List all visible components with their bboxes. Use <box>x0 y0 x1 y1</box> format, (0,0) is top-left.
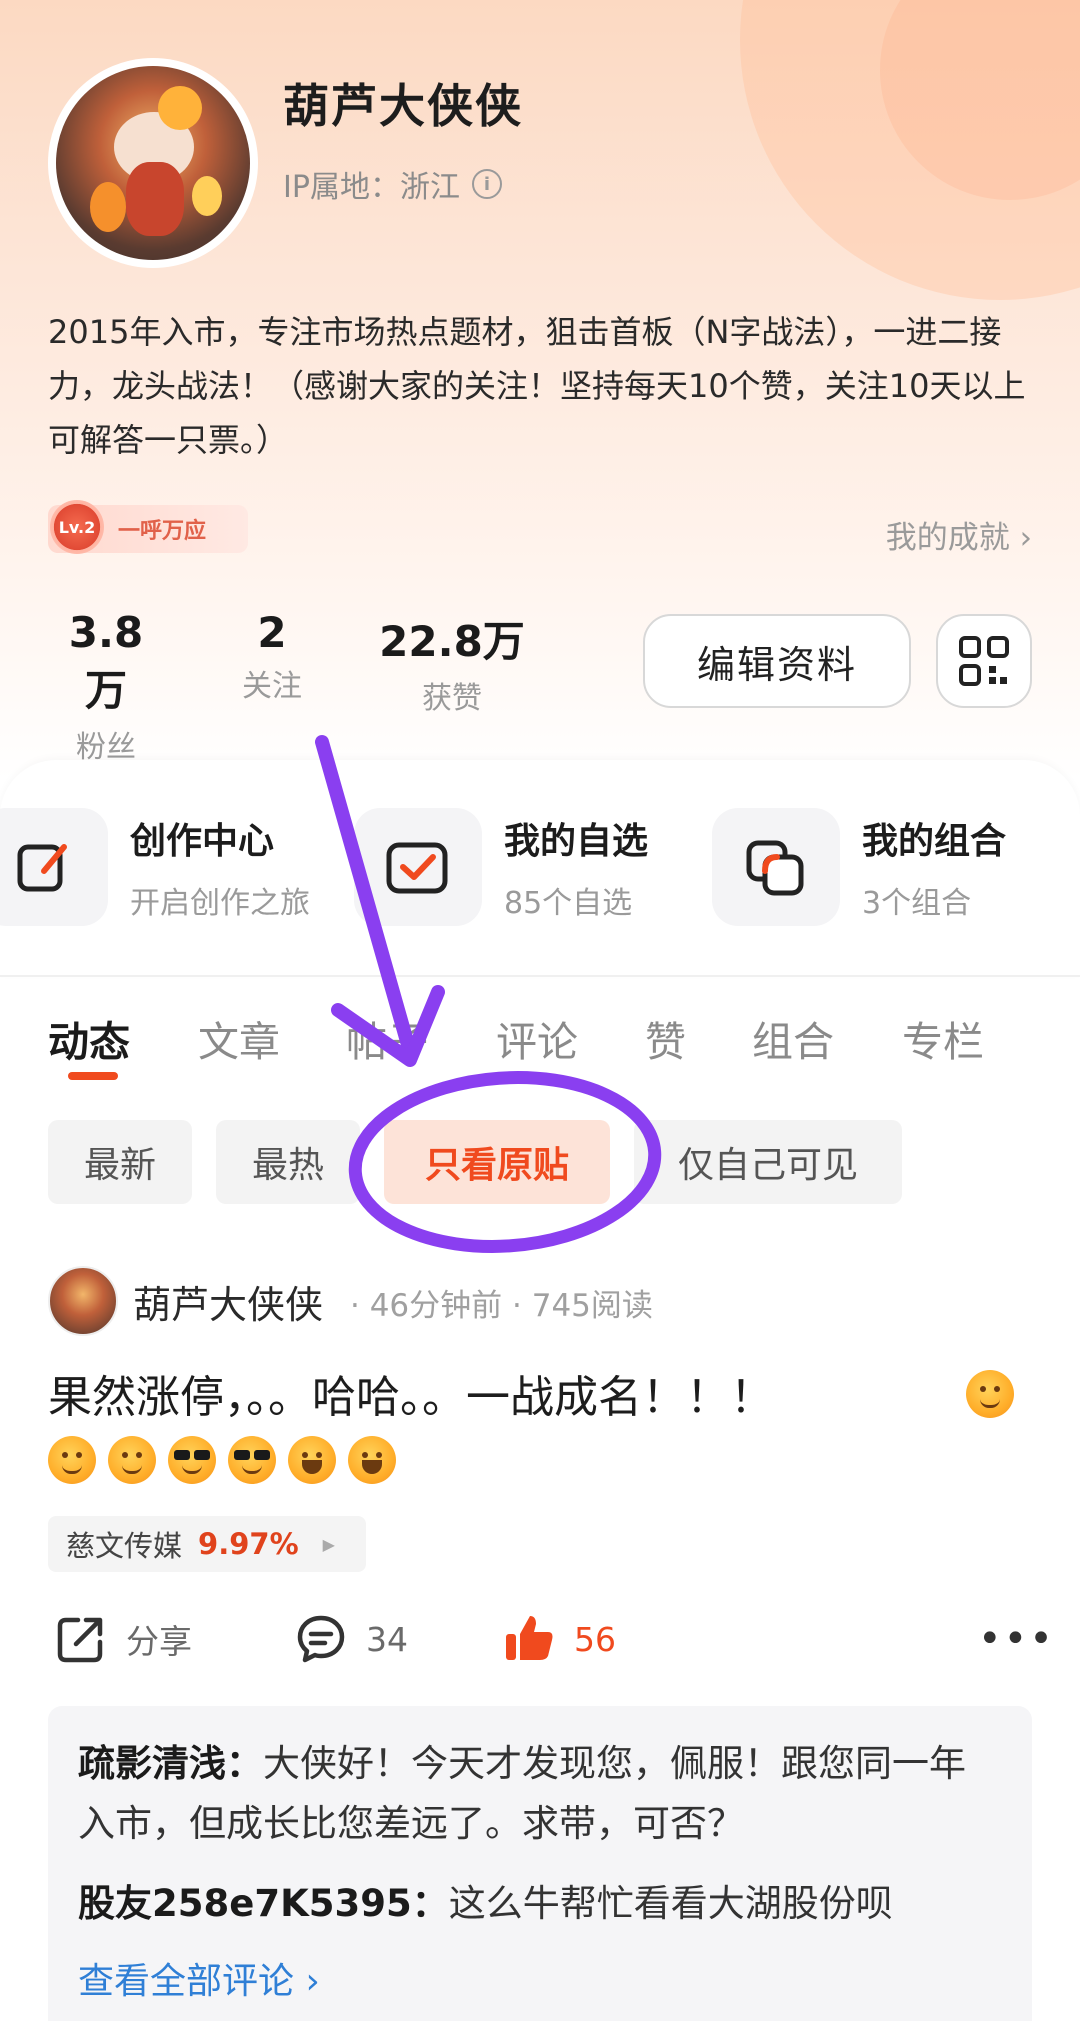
filter-private[interactable]: 仅自己可见 <box>634 1120 902 1204</box>
shortcut-creation-center[interactable]: 创作中心 开启创作之旅 <box>0 808 310 926</box>
qr-code-icon <box>959 636 1009 686</box>
edit-profile-button[interactable]: 编辑资料 <box>643 614 911 708</box>
smile-emoji-icon <box>966 1370 1014 1418</box>
ip-location: IP属地：浙江 i <box>283 162 502 206</box>
stock-tag[interactable]: 慈文传媒 9.97% ▶ <box>48 1516 366 1572</box>
shortcut-subtitle: 85个自选 <box>504 886 633 921</box>
more-options-button[interactable]: ••• <box>978 1616 1055 1662</box>
filter-latest[interactable]: 最新 <box>48 1120 192 1204</box>
tab-columns[interactable]: 专栏 <box>902 1008 984 1068</box>
sunglasses-emoji-icon <box>228 1436 276 1484</box>
tab-comments[interactable]: 评论 <box>496 1008 578 1068</box>
achievements-link[interactable]: 我的成就 › <box>886 512 1032 557</box>
filter-hottest[interactable]: 最热 <box>216 1120 360 1204</box>
post-meta: · 46分钟前 · 745阅读 <box>350 1288 653 1324</box>
laugh-emoji-icon <box>288 1436 336 1484</box>
profile-username: 葫芦大侠侠 <box>283 79 523 133</box>
stock-change: 9.97% <box>198 1527 299 1561</box>
tab-posts[interactable]: 帖子 <box>346 1008 428 1068</box>
checkbox-icon <box>354 808 482 926</box>
qr-code-button[interactable] <box>936 614 1032 708</box>
level-badge[interactable]: Lv.2 一呼万应 <box>48 500 248 554</box>
section-divider <box>0 975 1080 977</box>
tab-portfolios[interactable]: 组合 <box>752 1008 834 1068</box>
stat-value: 2 <box>257 608 287 657</box>
stat-label: 获赞 <box>422 681 482 716</box>
post-author-name[interactable]: 葫芦大侠侠 <box>133 1274 323 1329</box>
comment-text: 这么牛帮忙看看大湖股份呗 <box>448 1882 893 1925</box>
post-text[interactable]: 果然涨停，。。哈哈。。一战成名！！！ <box>48 1365 1038 1431</box>
view-all-comments-link[interactable]: 查看全部评论 › <box>78 1952 1002 2004</box>
avatar-image <box>56 66 250 260</box>
shortcut-watchlist[interactable]: 我的自选 85个自选 <box>354 808 648 926</box>
stat-label: 关注 <box>242 669 302 704</box>
stat-followers[interactable]: 3.8万 粉丝 <box>48 608 164 766</box>
stat-value: 3.8万 <box>68 608 144 715</box>
profile-avatar[interactable] <box>48 58 258 268</box>
ip-location-text: IP属地：浙江 <box>283 170 460 205</box>
shortcut-title: 我的组合 <box>862 821 1007 862</box>
content-tabs: 动态 文章 帖子 评论 赞 组合 专栏 <box>0 1008 1080 1078</box>
shortcut-subtitle: 开启创作之旅 <box>130 886 310 921</box>
shortcut-title: 创作中心 <box>130 821 275 862</box>
profile-bio: 2015年入市，专注市场热点题材，狙击首板（N字战法），一进二接力，龙头战法！（… <box>48 313 1026 459</box>
share-icon <box>54 1612 108 1666</box>
share-label: 分享 <box>126 1622 192 1661</box>
comments-preview: 疏影清浅：大侠好！今天才发现您，佩服！跟您同一年入市，但成长比您差远了。求带，可… <box>48 1706 1032 2021</box>
portfolio-icon <box>712 808 840 926</box>
post-author-avatar[interactable] <box>48 1266 118 1336</box>
level-icon: Lv.2 <box>50 500 104 554</box>
thumbs-up-icon <box>502 1612 556 1666</box>
comment-item[interactable]: 疏影清浅：大侠好！今天才发现您，佩服！跟您同一年入市，但成长比您差远了。求带，可… <box>78 1734 1002 1854</box>
active-tab-indicator <box>68 1072 118 1080</box>
edit-icon <box>0 808 108 926</box>
tab-likes[interactable]: 赞 <box>645 1008 686 1068</box>
info-icon[interactable]: i <box>471 169 502 199</box>
shortcut-portfolio[interactable]: 我的组合 3个组合 <box>712 808 1006 926</box>
comment-icon <box>294 1612 348 1666</box>
shortcut-subtitle: 3个组合 <box>862 886 972 921</box>
badge-label: 一呼万应 <box>118 519 207 544</box>
smile-emoji-icon <box>108 1436 156 1484</box>
tab-dynamics[interactable]: 动态 <box>48 1008 130 1068</box>
shortcut-title: 我的自选 <box>504 821 649 862</box>
comment-user[interactable]: 股友258e7K5395： <box>78 1882 449 1925</box>
post-emoji-row <box>48 1436 396 1484</box>
stat-following[interactable]: 2 关注 <box>232 608 312 705</box>
filter-original-only[interactable]: 只看原贴 <box>384 1120 610 1204</box>
comment-item[interactable]: 股友258e7K5395：这么牛帮忙看看大湖股份呗 <box>78 1874 1002 1934</box>
laugh-emoji-icon <box>348 1436 396 1484</box>
stat-likes[interactable]: 22.8万 获赞 <box>378 608 526 717</box>
comment-button[interactable]: 34 <box>294 1612 408 1666</box>
comment-user[interactable]: 疏影清浅： <box>78 1742 263 1785</box>
like-button[interactable]: 56 <box>502 1612 616 1666</box>
stat-value: 22.8万 <box>379 617 525 666</box>
like-count: 56 <box>574 1619 616 1659</box>
play-arrow-icon: ▶ <box>322 1534 335 1554</box>
smile-emoji-icon <box>48 1436 96 1484</box>
tab-articles[interactable]: 文章 <box>198 1008 280 1068</box>
more-icon: ••• <box>978 1616 1055 1662</box>
post-actions: 分享 34 56 ••• <box>0 1612 1080 1672</box>
sunglasses-emoji-icon <box>168 1436 216 1484</box>
comment-count: 34 <box>366 1619 408 1659</box>
share-button[interactable]: 分享 <box>54 1612 192 1666</box>
stock-name: 慈文传媒 <box>66 1529 183 1563</box>
